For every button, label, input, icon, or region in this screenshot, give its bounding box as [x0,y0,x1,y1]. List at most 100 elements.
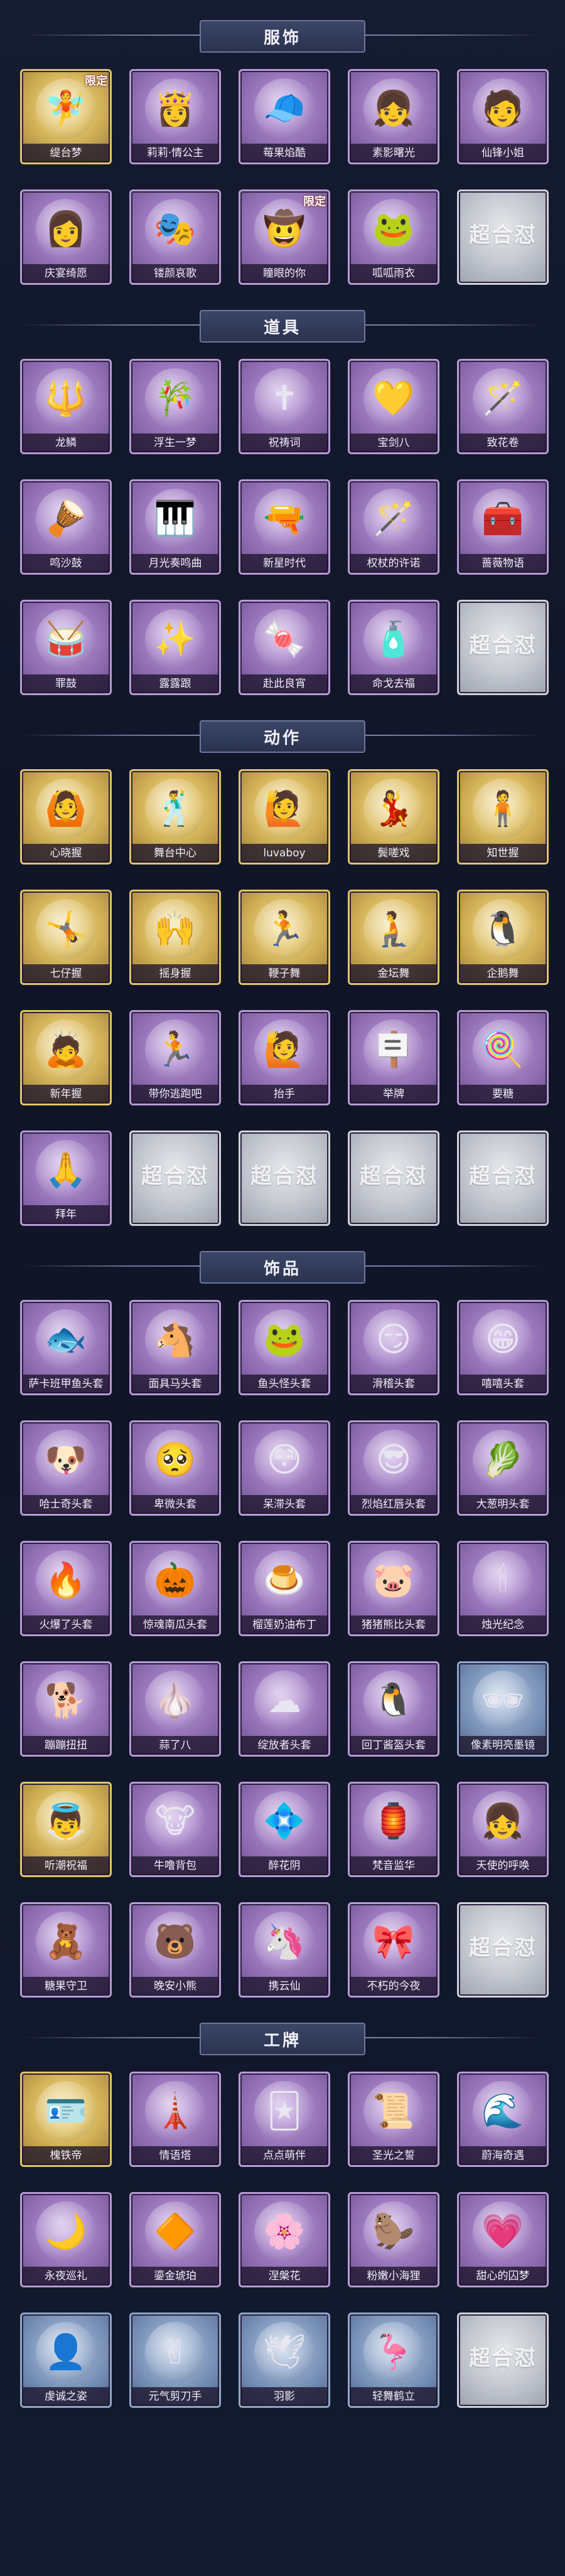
item-art-icon: 🐸 [254,1309,315,1370]
item-card[interactable]: 🦩 轻舞鹤立 [348,2313,439,2408]
item-label: 权杖的许诺 [350,554,438,573]
item-card[interactable]: 🥁 罪鼓 [20,600,112,695]
item-card[interactable]: 😎 烈焰红唇头套 [348,1420,439,1516]
item-card[interactable]: 🤸 七仔握 [20,890,112,985]
item-card[interactable]: 👼 听潮祝福 [20,1782,112,1877]
item-card[interactable]: 🍬 赴此良宵 [239,600,330,695]
item-card[interactable]: 🌊 蔚海奇遇 [457,2072,549,2167]
item-card[interactable]: 🪄 权杖的许诺 [348,479,439,575]
item-card[interactable]: 🐸 呱呱雨衣 [348,189,439,285]
item-card[interactable]: 🙋 抬手 [239,1010,330,1105]
item-card[interactable]: 🔫 新星时代 [239,479,330,575]
item-card[interactable]: 🙌 摇身握 [129,890,221,985]
item-card[interactable]: ✝ 祝祷词 [239,359,330,454]
item-card[interactable]: 👧 天使的呼唤 [457,1782,549,1877]
item-card[interactable]: 🦫 粉嫩小海狸 [348,2192,439,2287]
item-card[interactable]: 🎭 镂颜哀歌 [129,189,221,285]
item-card[interactable]: 🐧 企鹅舞 [457,890,549,985]
item-art-icon: 🌊 [473,2081,533,2141]
item-label: 赴此良宵 [240,674,328,693]
item-card[interactable]: 🐶 哈士奇头套 [20,1420,112,1516]
item-card[interactable]: 😏 滑稽头套 [348,1300,439,1395]
item-card[interactable]: 🪘 鸣沙鼓 [20,479,112,575]
item-card[interactable]: 🧰 蔷薇物语 [457,479,549,575]
item-card[interactable]: 🎹 月光奏鸣曲 [129,479,221,575]
item-card[interactable]: 🧢 莓果焰酷 [239,69,330,164]
item-card[interactable]: 📜 圣光之誓 [348,2072,439,2167]
item-card[interactable]: ✌ 元气剪刀手 [129,2313,221,2408]
item-card[interactable]: 🐟 萨卡班甲鱼头套 [20,1300,112,1395]
item-card[interactable]: 🏮 梵音监华 [348,1782,439,1877]
item-card[interactable]: 🕺 舞台中心 [129,769,221,865]
item-card[interactable]: 🐧 回丁酱盔头套 [348,1661,439,1757]
item-card[interactable]: 🏃 带你逃跑吧 [129,1010,221,1105]
item-art-icon: 🙌 [145,899,205,959]
item-card[interactable]: 🧎 金坛舞 [348,890,439,985]
item-card[interactable]: 👧 素影曙光 [348,69,439,164]
item-label: 火爆了头套 [22,1615,110,1634]
item-art-icon: 👼 [36,1791,96,1851]
item-card[interactable]: 🪪 槐铁帝 [20,2072,112,2167]
section-2: 动作 🙆 心晓握 🕺 舞台中心 🙋 luvaboy 💃 鬓嗟戏 🧍 知世握 🤸 七仔握 🙌 摇身握 🏃 鞭子舞 🧎… [0,718,565,1226]
item-card[interactable]: 👸 莉莉·情公主 [129,69,221,164]
item-art-icon: 🙋 [254,779,315,839]
item-card[interactable]: 🎀 不朽的今夜 [348,1902,439,1998]
item-card[interactable]: 🔥 火爆了头套 [20,1541,112,1636]
item-card[interactable]: 🗼 情语塔 [129,2072,221,2167]
item-card[interactable]: 🙇 新年握 [20,1010,112,1105]
item-card[interactable]: 🙋 luvaboy [239,769,330,865]
item-art-icon: 🎹 [145,489,205,549]
item-card[interactable]: 🥺 卑微头套 [129,1420,221,1516]
item-card[interactable]: 💃 鬓嗟戏 [348,769,439,865]
item-card[interactable]: 🐮 牛噜背包 [129,1782,221,1877]
item-card[interactable]: 🃏 点点萌伴 [239,2072,330,2167]
item-card[interactable]: 🕊 羽影 [239,2313,330,2408]
item-card[interactable]: 🏃 鞭子舞 [239,890,330,985]
item-card[interactable]: 🌸 涅槃花 [239,2192,330,2287]
item-art-icon: 🕊 [254,2322,315,2382]
item-card[interactable]: 🙆 心晓握 [20,769,112,865]
item-card[interactable]: 🧍 知世握 [457,769,549,865]
item-card[interactable]: 🧚 限定 缇台梦 [20,69,112,164]
item-card[interactable]: 🪧 举牌 [348,1010,439,1105]
item-card[interactable]: 🧄 蒜了八 [129,1661,221,1757]
item-card[interactable]: 🕶 像素明亮墨镜 [457,1661,549,1757]
item-card[interactable]: 💠 醉花阴 [239,1782,330,1877]
item-card[interactable]: 🐸 鱼头怪头套 [239,1300,330,1395]
item-card[interactable]: 😁 嘻嘻头套 [457,1300,549,1395]
item-art-icon: 🪘 [36,489,96,549]
item-card[interactable]: ☁ 绽放者头套 [239,1661,330,1757]
item-card[interactable]: 👩 庆宴绮愿 [20,189,112,285]
item-card[interactable]: 💗 甜心的囚梦 [457,2192,549,2287]
item-art-icon: 🐸 [363,199,424,259]
item-card[interactable]: 🧸 糖果守卫 [20,1902,112,1998]
item-card[interactable]: 💛 宝剑八 [348,359,439,454]
item-art-icon: ☁ [254,1671,315,1731]
item-card[interactable]: 🐷 猪猪熊比头套 [348,1541,439,1636]
item-card[interactable]: 🪄 致花卷 [457,359,549,454]
item-card[interactable]: 😳 呆滞头套 [239,1420,330,1516]
placeholder-card: 超合怼 [457,1131,549,1226]
item-card[interactable]: 🌙 永夜巡礼 [20,2192,112,2287]
item-card[interactable]: 🙏 拜年 [20,1131,112,1226]
item-art-icon: ✌ [145,2322,205,2382]
item-card[interactable]: 🍮 榴莲奶油布丁 [239,1541,330,1636]
item-card[interactable]: 🔱 龙鳞 [20,359,112,454]
item-card[interactable]: 🍭 要糖 [457,1010,549,1105]
item-card[interactable]: 🎋 浮生一梦 [129,359,221,454]
item-card[interactable]: 🔶 鎏金琥珀 [129,2192,221,2287]
item-card[interactable]: 🧑 仙锋小姐 [457,69,549,164]
item-card[interactable]: ✨ 露露跟 [129,600,221,695]
item-card[interactable]: 🧴 命戈去福 [348,600,439,695]
item-card[interactable]: 🤠 限定 瞳眼的你 [239,189,330,285]
item-card[interactable]: 🦄 携云仙 [239,1902,330,1998]
item-card[interactable]: 🥬 大葱明头套 [457,1420,549,1516]
item-card[interactable]: 🕯 烛光纪念 [457,1541,549,1636]
item-card[interactable]: 👤 虔诚之姿 [20,2313,112,2408]
item-card[interactable]: 🎃 惊魂南瓜头套 [129,1541,221,1636]
item-card[interactable]: 🐻 晚安小熊 [129,1902,221,1998]
item-card[interactable]: 🐴 面具马头套 [129,1300,221,1395]
item-card[interactable]: 🐕 蹦蹦扭扭 [20,1661,112,1757]
item-label: 情语塔 [131,2146,219,2165]
item-art-icon: 🥺 [145,1430,205,1490]
